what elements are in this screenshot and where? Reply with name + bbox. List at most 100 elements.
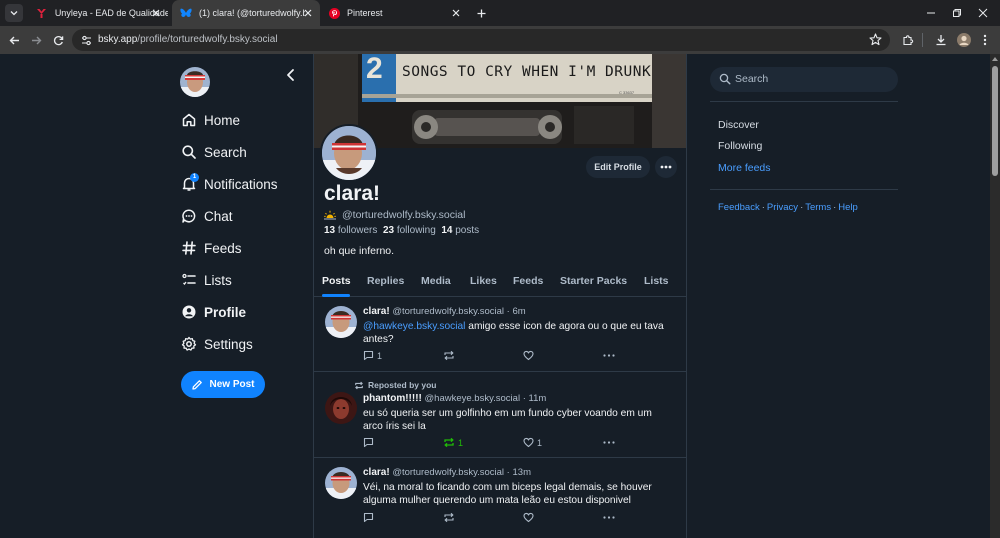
- tab-starter-packs[interactable]: Starter Packs: [560, 275, 627, 287]
- reload-button[interactable]: [49, 31, 67, 49]
- post-author-handle[interactable]: @torturedwolfy.bsky.social: [392, 467, 504, 478]
- tab-search-button[interactable]: [5, 4, 23, 22]
- sidebar-item-search[interactable]: Search: [181, 141, 247, 163]
- tab-feeds[interactable]: Feeds: [513, 275, 543, 287]
- reload-icon: [53, 35, 63, 45]
- post-item[interactable]: clara! @torturedwolfy.bsky.social · 6m @…: [314, 297, 686, 372]
- post-time[interactable]: 6m: [513, 306, 526, 317]
- post-item[interactable]: clara! @torturedwolfy.bsky.social · 13m …: [314, 458, 686, 538]
- sidebar-item-label: Notifications: [204, 176, 278, 192]
- site-info-icon[interactable]: [79, 33, 93, 47]
- following-label: following: [396, 225, 436, 236]
- like-button[interactable]: [523, 350, 537, 361]
- tab-media[interactable]: Media: [421, 275, 451, 287]
- post-time[interactable]: 13m: [513, 467, 531, 478]
- post-mention-link[interactable]: @hawkeye.bsky.social: [363, 321, 465, 332]
- post-more-button[interactable]: [603, 516, 618, 519]
- reply-button[interactable]: [363, 437, 377, 448]
- reply-icon: [363, 512, 374, 523]
- feed-link-discover[interactable]: Discover: [718, 119, 759, 131]
- repost-button[interactable]: [443, 350, 458, 361]
- url-text: bsky.app/profile/torturedwolfy.bsky.soci…: [98, 34, 278, 45]
- post-text: Véi, na moral to ficando com um biceps l…: [363, 482, 652, 506]
- edit-profile-button[interactable]: Edit Profile: [586, 156, 650, 178]
- browser-tab-pinterest[interactable]: Pinterest: [320, 0, 468, 26]
- extensions-button[interactable]: [899, 31, 917, 49]
- close-tab-icon[interactable]: [150, 7, 162, 19]
- chevron-down-icon: [10, 11, 18, 16]
- scrollbar-thumb[interactable]: [992, 66, 998, 176]
- sidebar-item-settings[interactable]: Settings: [181, 333, 253, 355]
- tab-lists[interactable]: Lists: [644, 275, 669, 287]
- sidebar-item-profile[interactable]: Profile: [181, 301, 246, 323]
- sidebar-item-notifications[interactable]: 1 Notifications: [181, 173, 278, 195]
- heart-icon: [523, 350, 534, 361]
- divider: [710, 189, 898, 190]
- more-feeds-link[interactable]: More feeds: [718, 162, 771, 174]
- tab-posts[interactable]: Posts: [322, 275, 351, 287]
- profile-more-button[interactable]: [655, 156, 677, 178]
- chat-icon: [181, 208, 197, 224]
- separator-dot: ·: [761, 202, 765, 213]
- tab-replies[interactable]: Replies: [367, 275, 404, 287]
- tab-likes[interactable]: Likes: [470, 275, 497, 287]
- close-tab-icon[interactable]: [450, 7, 462, 19]
- collapse-sidebar-button[interactable]: [284, 68, 298, 82]
- sidebar-item-label: Home: [204, 112, 241, 128]
- current-user-avatar[interactable]: [180, 67, 210, 97]
- post-more-button[interactable]: [603, 441, 618, 444]
- new-tab-button[interactable]: [473, 5, 489, 21]
- followers-count: 13: [324, 225, 336, 236]
- post-item[interactable]: Reposted by you phantom!!!!! @hawkeye.bs…: [314, 372, 686, 458]
- sidebar-item-feeds[interactable]: Feeds: [181, 237, 242, 259]
- like-button[interactable]: 1: [523, 437, 542, 448]
- like-button[interactable]: [523, 512, 537, 523]
- profile-handle: @torturedwolfy.bsky.social: [342, 209, 466, 221]
- address-bar[interactable]: bsky.app/profile/torturedwolfy.bsky.soci…: [72, 29, 890, 51]
- close-window-button[interactable]: [966, 0, 1000, 26]
- post-header: clara! @torturedwolfy.bsky.social · 13m: [363, 467, 531, 478]
- post-author-avatar[interactable]: [325, 467, 357, 499]
- sidebar-item-chat[interactable]: Chat: [181, 205, 233, 227]
- close-tab-icon[interactable]: [302, 7, 314, 19]
- post-author-avatar[interactable]: [325, 306, 357, 338]
- posts-label: posts: [455, 225, 480, 236]
- bookmark-star-icon[interactable]: [869, 33, 883, 47]
- help-link[interactable]: Help: [838, 202, 858, 213]
- privacy-link[interactable]: Privacy: [767, 202, 798, 213]
- followers-link[interactable]: 13 followers: [324, 225, 377, 236]
- post-more-button[interactable]: [603, 354, 618, 357]
- downloads-button[interactable]: [932, 31, 950, 49]
- browser-tab-bluesky[interactable]: (1) clara! (@torturedwolfy.bsky.social: [172, 0, 320, 26]
- new-post-button[interactable]: New Post: [181, 371, 265, 398]
- terms-link[interactable]: Terms: [805, 202, 831, 213]
- repost-button[interactable]: [443, 512, 458, 523]
- post-author-handle[interactable]: @hawkeye.bsky.social: [425, 393, 521, 404]
- search-input[interactable]: Search: [710, 67, 898, 92]
- post-author-handle[interactable]: @torturedwolfy.bsky.social: [392, 306, 504, 317]
- profile-bio: oh que inferno.: [324, 245, 395, 257]
- sunset-emoji-icon: [324, 210, 336, 220]
- repost-button[interactable]: 1: [443, 437, 463, 448]
- scroll-up-arrow-icon[interactable]: [992, 57, 998, 61]
- post-author-name[interactable]: phantom!!!!!: [363, 393, 422, 404]
- sidebar-item-lists[interactable]: Lists: [181, 269, 232, 291]
- post-time[interactable]: 11m: [529, 393, 547, 404]
- profile-avatar[interactable]: [320, 124, 378, 182]
- browser-tab-unyleya[interactable]: Unyleya - EAD de Qualidade: [28, 0, 168, 26]
- back-button[interactable]: [5, 31, 23, 49]
- sidebar-item-home[interactable]: Home: [181, 109, 240, 131]
- page-scrollbar[interactable]: [990, 54, 1000, 538]
- post-author-name[interactable]: clara!: [363, 306, 390, 317]
- post-author-avatar[interactable]: [325, 392, 357, 424]
- browser-profile-button[interactable]: [955, 31, 973, 49]
- feedback-link[interactable]: Feedback: [718, 202, 760, 213]
- reply-button[interactable]: [363, 512, 377, 523]
- feed-link-following[interactable]: Following: [718, 140, 762, 152]
- forward-button[interactable]: [27, 31, 45, 49]
- following-link[interactable]: 23 following: [383, 225, 436, 236]
- repost-icon: [444, 512, 454, 523]
- reply-button[interactable]: 1: [363, 350, 382, 361]
- post-author-name[interactable]: clara!: [363, 467, 390, 478]
- browser-menu-button[interactable]: [976, 31, 994, 49]
